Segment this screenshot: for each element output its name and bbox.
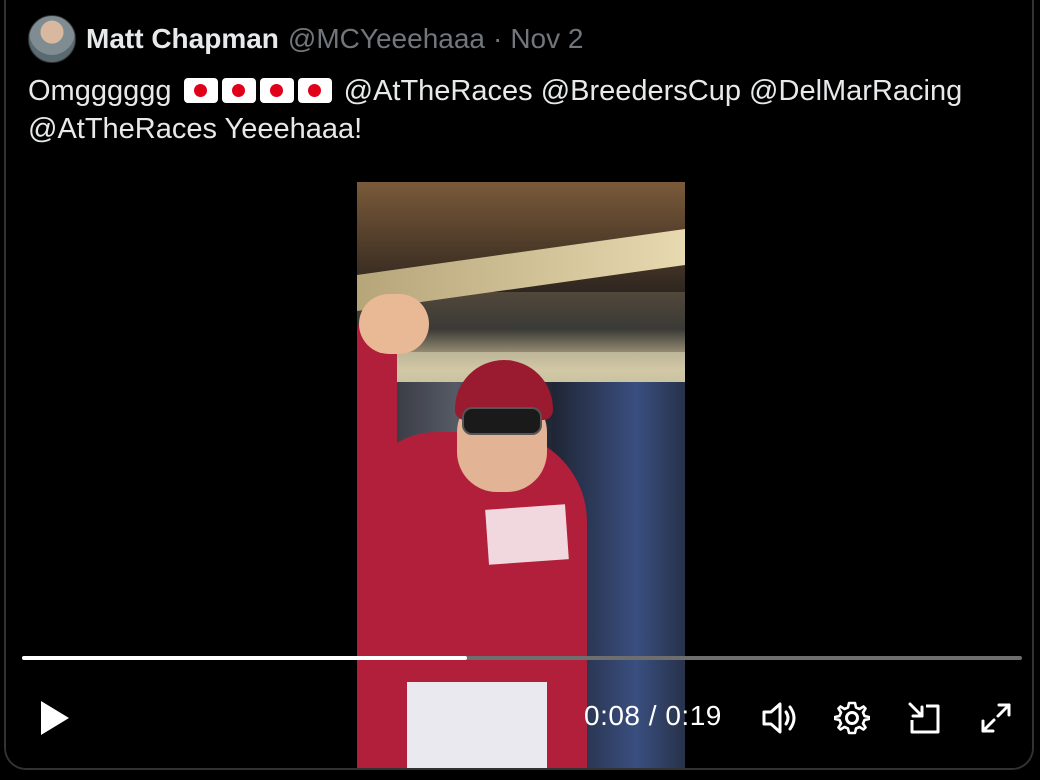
video-player[interactable] — [6, 180, 1032, 768]
author-name[interactable]: Matt Chapman — [86, 23, 279, 55]
raised-fist — [359, 294, 429, 354]
japan-flag-icon — [221, 78, 256, 103]
current-time: 0:08 — [584, 700, 641, 731]
volume-icon — [762, 702, 796, 734]
japan-flag-icon — [297, 78, 332, 103]
tweet-card: Matt Chapman @MCYeeehaaa · Nov 2 Omggggg… — [4, 0, 1034, 770]
header-separator: · — [493, 23, 503, 54]
japan-flag-icon — [259, 78, 294, 103]
volume-button[interactable] — [758, 696, 802, 740]
tweet-text-line2[interactable]: @AtTheRaces Yeeehaaa! — [28, 113, 362, 145]
duration: 0:19 — [665, 700, 722, 731]
video-frame[interactable] — [357, 182, 685, 768]
video-progress-bar[interactable] — [22, 656, 1022, 660]
silk-patch — [485, 504, 569, 565]
tweet-text: Omgggggg @AtTheRaces @BreedersCup @DelMa… — [28, 72, 1018, 148]
video-time: 0:08 / 0:19 — [584, 700, 722, 732]
tweet-mentions[interactable]: @AtTheRaces @BreedersCup @DelMarRacing — [344, 75, 963, 107]
flag-group — [183, 78, 332, 103]
settings-button[interactable] — [830, 696, 874, 740]
avatar[interactable] — [28, 15, 76, 63]
play-button[interactable] — [32, 696, 76, 740]
fullscreen-button[interactable] — [974, 696, 1018, 740]
picture-in-picture-button[interactable] — [902, 696, 946, 740]
tweet-header: Matt Chapman @MCYeeehaaa · Nov 2 — [28, 14, 583, 64]
tweet-date[interactable]: Nov 2 — [510, 23, 583, 55]
fullscreen-icon — [981, 703, 1011, 733]
gear-icon — [834, 701, 870, 735]
author-handle[interactable]: @MCYeeehaaa — [288, 23, 485, 55]
picture-in-picture-icon — [908, 702, 940, 734]
play-icon — [41, 701, 69, 735]
video-controls: 0:08 / 0:19 — [6, 690, 1032, 750]
japan-flag-icon — [183, 78, 218, 103]
jockey-goggles — [462, 407, 542, 435]
time-separator: / — [648, 700, 658, 731]
video-progress-fill — [22, 656, 467, 660]
tweet-text-start: Omgggggg — [28, 75, 172, 107]
